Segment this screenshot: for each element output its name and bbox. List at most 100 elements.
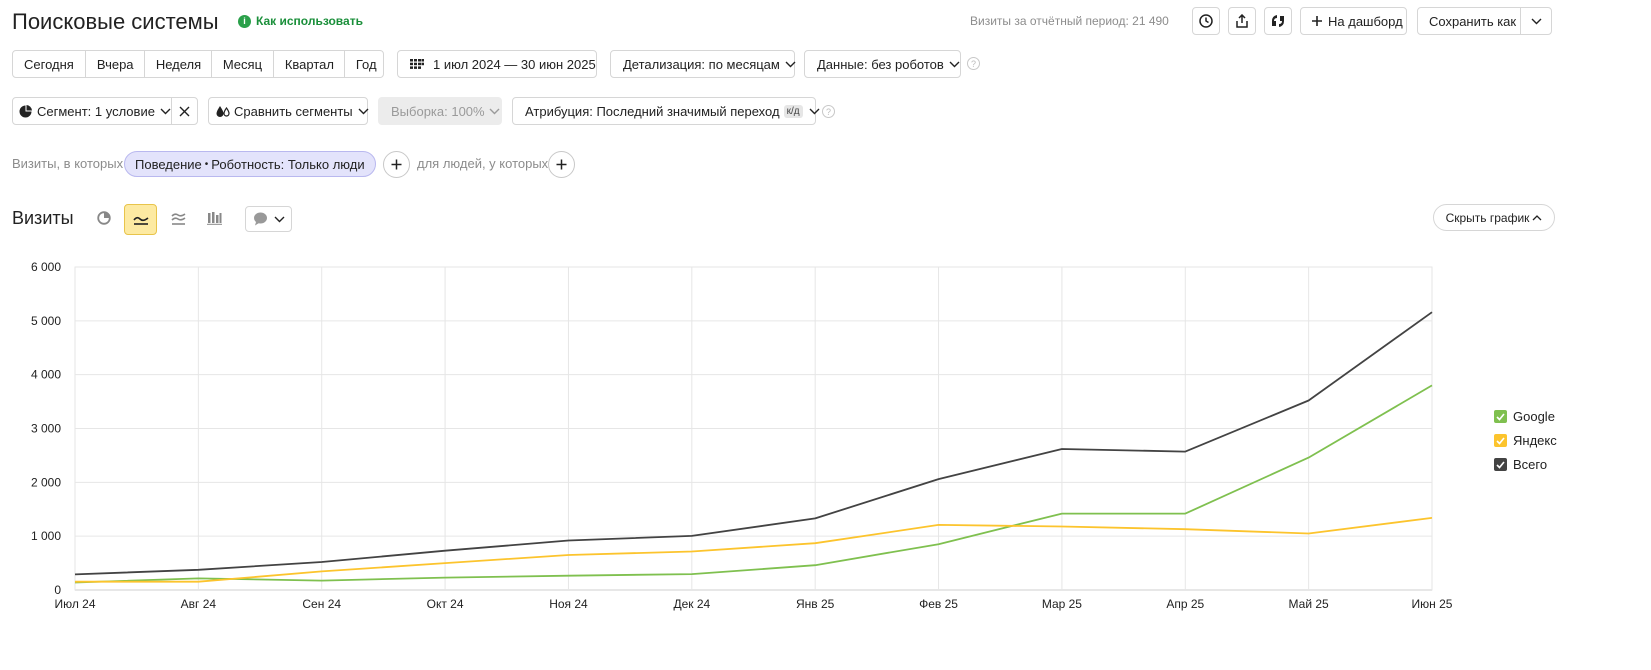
- period-yesterday[interactable]: Вчера: [86, 51, 145, 77]
- period-quarter[interactable]: Квартал: [274, 51, 345, 77]
- condition-tag-group: Поведение: [135, 156, 202, 172]
- chevron-up-icon: [1532, 214, 1542, 220]
- legend-item[interactable]: Яндекс: [1494, 433, 1557, 448]
- period-month[interactable]: Месяц: [212, 51, 274, 77]
- legend-label: Яндекс: [1513, 433, 1557, 448]
- x-tick-label: Ноя 24: [549, 597, 588, 611]
- x-tick-label: Апр 25: [1166, 597, 1204, 611]
- period-year[interactable]: Год: [345, 51, 383, 77]
- plus-icon: [391, 159, 402, 170]
- annotations-dropdown[interactable]: [245, 206, 292, 232]
- quote-icon: [1272, 15, 1284, 27]
- plus-icon: [556, 159, 567, 170]
- legend-item[interactable]: Всего: [1494, 457, 1547, 472]
- x-tick-label: Фев 25: [919, 597, 958, 611]
- add-visit-condition-button[interactable]: [383, 151, 410, 178]
- compare-reports-button[interactable]: [1264, 7, 1292, 35]
- share-icon: [1236, 14, 1248, 28]
- condition-tag-separator: •: [204, 158, 209, 170]
- sample-dropdown[interactable]: Выборка: 100%: [378, 97, 502, 125]
- comment-icon: [253, 212, 267, 226]
- period-week[interactable]: Неделя: [145, 51, 212, 77]
- y-tick-label: 3 000: [31, 422, 61, 436]
- condition-tag-value: Роботность: Только люди: [211, 156, 365, 172]
- bar-chart-icon: [206, 212, 222, 225]
- add-user-condition-button[interactable]: [548, 151, 575, 178]
- segment-dropdown[interactable]: Сегмент: 1 условие: [13, 98, 172, 124]
- x-tick-label: Авг 24: [181, 597, 217, 611]
- area-chart-icon: [170, 212, 185, 225]
- y-tick-label: 1 000: [31, 529, 61, 543]
- plus-icon: [1312, 16, 1322, 26]
- legend-label: Google: [1513, 409, 1555, 424]
- save-as-group: Сохранить как: [1417, 7, 1552, 35]
- how-to-use-label: Как использовать: [256, 14, 363, 28]
- chevron-down-icon: [949, 61, 960, 67]
- add-to-dashboard-label: На дашборд: [1328, 13, 1403, 29]
- legend-item[interactable]: Google: [1494, 409, 1555, 424]
- period-selector: Сегодня Вчера Неделя Месяц Квартал Год: [12, 50, 384, 78]
- data-help-icon[interactable]: ?: [967, 57, 980, 70]
- chart-type-pie-button[interactable]: [90, 204, 118, 232]
- series-line-3: [74, 311, 1433, 576]
- attribution-help-icon[interactable]: ?: [822, 105, 835, 118]
- x-tick-label: Мар 25: [1042, 597, 1082, 611]
- segment-clear-button[interactable]: [172, 98, 197, 124]
- visits-summary-label: Визиты за отчётный период:: [970, 14, 1129, 28]
- data-label: Данные: без роботов: [817, 56, 944, 72]
- calendar-icon: [410, 59, 424, 69]
- x-tick-label: Окт 24: [427, 597, 464, 611]
- pie-chart-icon: [97, 211, 111, 225]
- chevron-down-icon: [809, 108, 820, 114]
- chart-type-area-button[interactable]: [164, 204, 192, 232]
- clock-icon: [1199, 14, 1213, 28]
- attribution-badge: к/д: [783, 104, 803, 118]
- checkbox-checked-icon: [1494, 434, 1507, 447]
- y-tick-label: 0: [54, 583, 61, 597]
- x-tick-label: Июн 25: [1412, 597, 1453, 611]
- chevron-down-icon: [489, 108, 500, 114]
- y-tick-label: 4 000: [31, 368, 61, 382]
- chart-metric-title: Визиты: [12, 208, 74, 228]
- series-line-1: [74, 384, 1433, 584]
- save-as-menu-button[interactable]: [1521, 8, 1551, 34]
- condition-tag[interactable]: Поведение • Роботность: Только люди: [124, 151, 376, 177]
- segment-label: Сегмент: 1 условие: [37, 103, 155, 119]
- export-button[interactable]: [1228, 7, 1256, 35]
- save-as-label: Сохранить как: [1429, 13, 1517, 29]
- date-range-label: 1 июл 2024 — 30 июн 2025: [433, 56, 596, 72]
- compare-segments-dropdown[interactable]: Сравнить сегменты: [208, 97, 369, 125]
- attribution-dropdown[interactable]: Атрибуция: Последний значимый переход к/…: [512, 97, 820, 125]
- date-range-button[interactable]: 1 июл 2024 — 30 июн 2025: [397, 50, 597, 78]
- attribution-label: Атрибуция: Последний значимый переход: [525, 103, 780, 119]
- period-today[interactable]: Сегодня: [13, 51, 86, 77]
- chart-type-line-button[interactable]: [124, 204, 157, 235]
- how-to-use-link[interactable]: i Как использовать: [238, 14, 363, 28]
- sample-label: Выборка: 100%: [391, 103, 485, 119]
- x-tick-label: Сен 24: [302, 597, 341, 611]
- page-title: Поисковые системы: [12, 9, 219, 34]
- visits-line-chart[interactable]: 0 1 000 2 000 3 000 4 000 5 000 6 000 Июл 24 Авг…: [0, 254, 1500, 624]
- history-button[interactable]: [1192, 7, 1220, 35]
- checkbox-checked-icon: [1494, 410, 1507, 423]
- detail-dropdown[interactable]: Детализация: по месяцам: [610, 50, 796, 78]
- legend-label: Всего: [1513, 457, 1548, 472]
- chart-type-bar-button[interactable]: [200, 204, 228, 232]
- compare-segments-label: Сравнить сегменты: [234, 103, 353, 119]
- chevron-down-icon: [1531, 18, 1541, 24]
- add-to-dashboard-button[interactable]: На дашборд: [1300, 7, 1407, 35]
- hide-chart-label: Скрыть график: [1445, 210, 1530, 225]
- visits-where-label: Визиты, в которых: [12, 156, 124, 171]
- save-as-button[interactable]: Сохранить как: [1418, 8, 1521, 34]
- x-tick-label: Дек 24: [673, 597, 710, 611]
- data-dropdown[interactable]: Данные: без роботов: [804, 50, 961, 78]
- hide-chart-button[interactable]: Скрыть график: [1433, 204, 1555, 231]
- y-tick-label: 6 000: [31, 260, 61, 274]
- visits-summary-value: 21 490: [1132, 14, 1169, 28]
- chart-series: [74, 311, 1433, 584]
- chevron-down-icon: [358, 108, 369, 114]
- drops-icon: [216, 105, 230, 117]
- x-tick-label: Июл 24: [54, 597, 95, 611]
- detail-label: Детализация: по месяцам: [623, 56, 780, 72]
- pie-chart-icon: [19, 104, 32, 117]
